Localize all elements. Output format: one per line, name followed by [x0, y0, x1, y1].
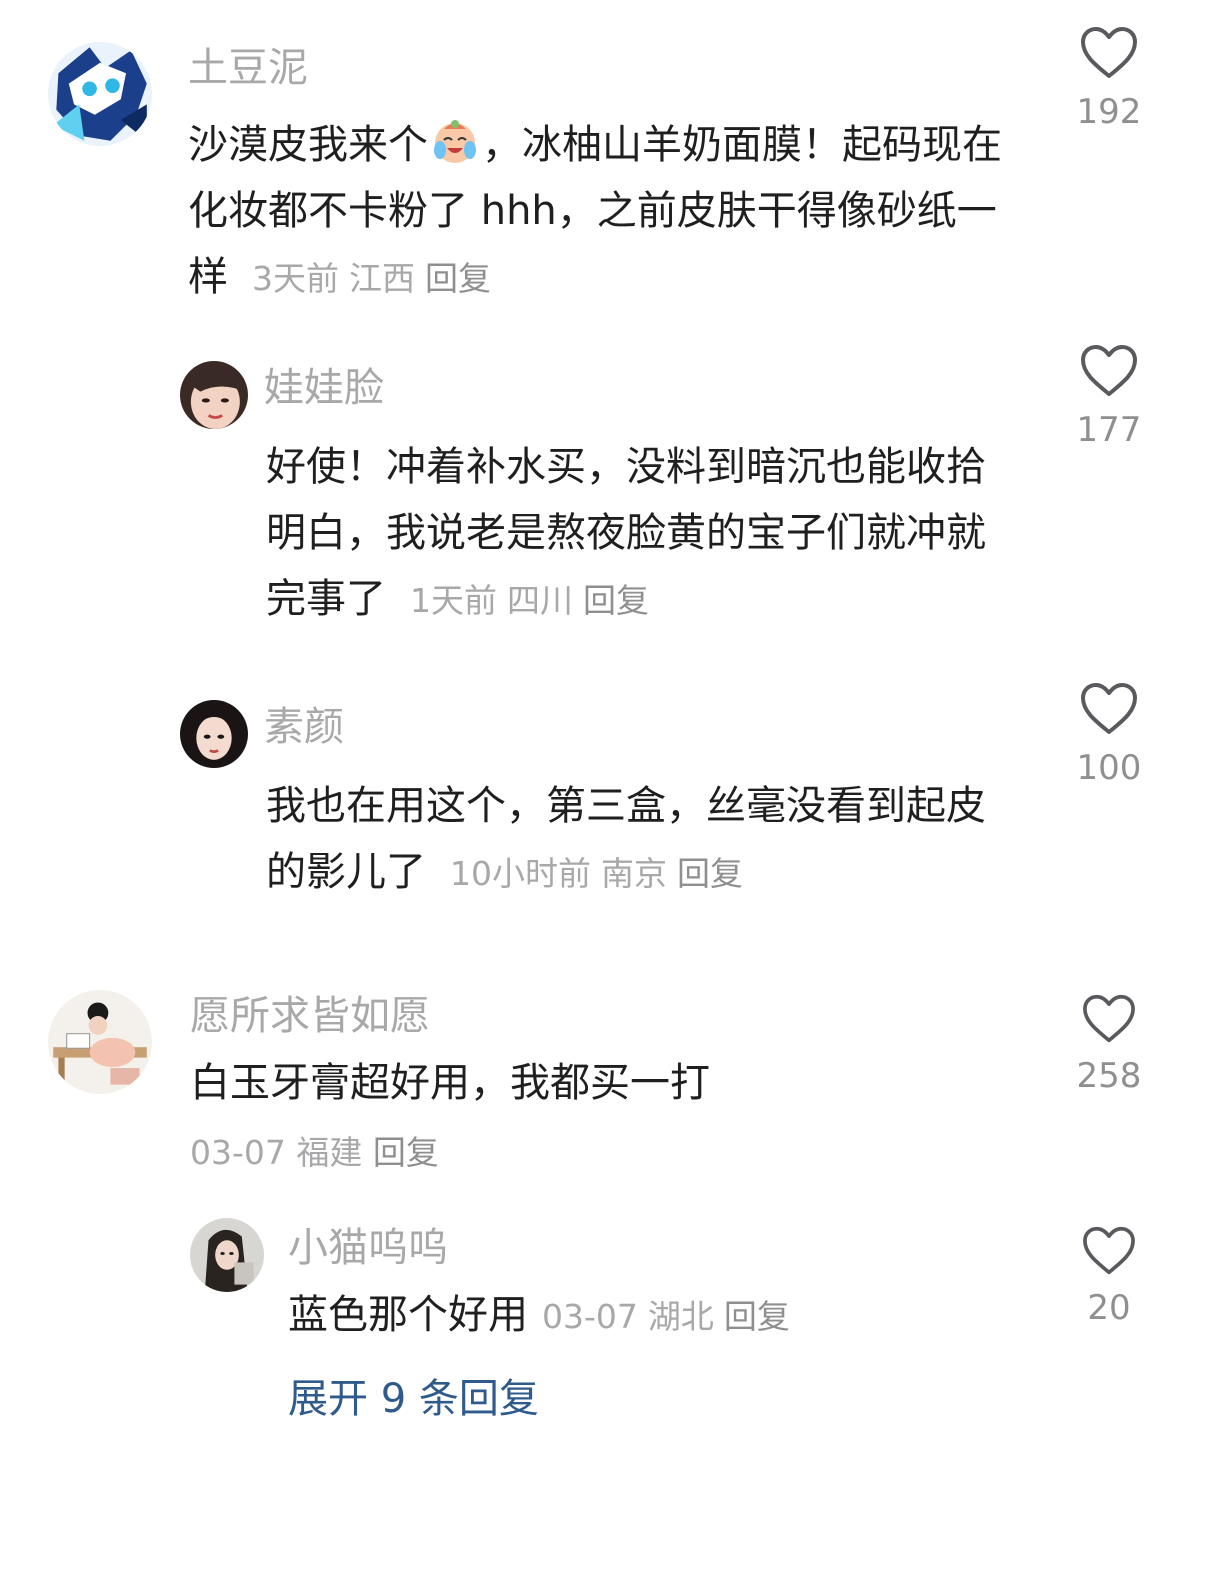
comment-time: 3天前	[252, 259, 339, 298]
username[interactable]: 愿所求皆如愿	[190, 992, 430, 1040]
reply-button[interactable]: 回复	[373, 1133, 439, 1172]
like-count: 100	[1076, 748, 1142, 788]
username[interactable]: 小猫呜呜	[288, 1224, 448, 1272]
avatar-photo-image	[180, 700, 248, 768]
comment-text: 我也在用这个，第三盒，丝毫没看到起皮的影儿了 10小时前 南京 回复	[266, 773, 1006, 907]
like-button[interactable]: 100	[1054, 682, 1164, 788]
comment-meta: 10小时前 南京 回复	[450, 854, 743, 893]
like-count: 177	[1076, 410, 1142, 450]
avatar[interactable]	[180, 361, 248, 429]
username[interactable]: 娃娃脸	[264, 364, 384, 412]
like-button[interactable]: 192	[1054, 26, 1164, 132]
reply-button[interactable]: 回复	[425, 259, 491, 298]
comment-text: 好使！冲着补水买，没料到暗沉也能收拾明白，我说老是熬夜脸黄的宝子们就冲就完事了 1…	[266, 434, 1006, 634]
reply-button[interactable]: 回复	[677, 854, 743, 893]
reply-button[interactable]: 回复	[583, 581, 649, 620]
avatar[interactable]	[48, 990, 152, 1094]
avatar-illustration-image	[48, 990, 152, 1094]
crying-laughing-emoji	[434, 120, 476, 163]
comment-text: 沙漠皮我来个 ，冰柚山羊奶面膜！起码现在化妆都不卡粉了 hhh，之前皮肤干得像砂…	[188, 112, 1018, 312]
comment-location: 南京	[601, 854, 667, 893]
avatar[interactable]	[190, 1218, 264, 1292]
comment-text: 蓝色那个好用 03-07 湖北 回复	[288, 1282, 1028, 1350]
avatar-anime-image	[48, 42, 152, 146]
expand-replies-link[interactable]: 展开 9 条回复	[288, 1374, 539, 1424]
heart-icon	[1083, 994, 1135, 1043]
username[interactable]: 土豆泥	[188, 44, 308, 92]
comment-time: 1天前	[410, 581, 497, 620]
avatar-photo-image	[190, 1218, 264, 1292]
comment-meta: 03-07 湖北 回复	[542, 1297, 790, 1336]
comment-meta: 1天前 四川 回复	[410, 581, 649, 620]
heart-icon	[1081, 27, 1137, 78]
comment-text-part: 蓝色那个好用	[288, 1292, 528, 1338]
comment-text-part: 白玉牙膏超好用，我都买一打	[190, 1060, 710, 1106]
comment-meta: 03-07 福建 回复	[190, 1128, 439, 1178]
avatar[interactable]	[180, 700, 248, 768]
comment-location: 湖北	[647, 1297, 714, 1336]
comment-time: 03-07	[542, 1297, 638, 1336]
heart-icon	[1081, 683, 1137, 734]
comment-text-part: 沙漠皮我来个	[188, 122, 428, 168]
comment-location: 福建	[296, 1133, 363, 1172]
like-count: 192	[1076, 92, 1142, 132]
comment-time: 03-07	[190, 1133, 286, 1172]
comment-meta: 3天前 江西 回复	[252, 259, 491, 298]
avatar-photo-image	[180, 361, 248, 429]
comment-text: 白玉牙膏超好用，我都买一打	[190, 1050, 1030, 1116]
like-button[interactable]: 177	[1054, 344, 1164, 450]
like-count: 20	[1087, 1288, 1131, 1328]
heart-icon	[1083, 1226, 1135, 1275]
like-count: 258	[1076, 1056, 1142, 1096]
comment-time: 10小时前	[450, 854, 591, 893]
comment-location: 江西	[349, 259, 415, 298]
like-button[interactable]: 20	[1054, 1226, 1164, 1328]
heart-icon	[1081, 345, 1137, 396]
like-button[interactable]: 258	[1054, 994, 1164, 1096]
avatar[interactable]	[48, 42, 152, 146]
username[interactable]: 素颜	[264, 703, 344, 751]
reply-button[interactable]: 回复	[724, 1297, 790, 1336]
comment-location: 四川	[507, 581, 573, 620]
